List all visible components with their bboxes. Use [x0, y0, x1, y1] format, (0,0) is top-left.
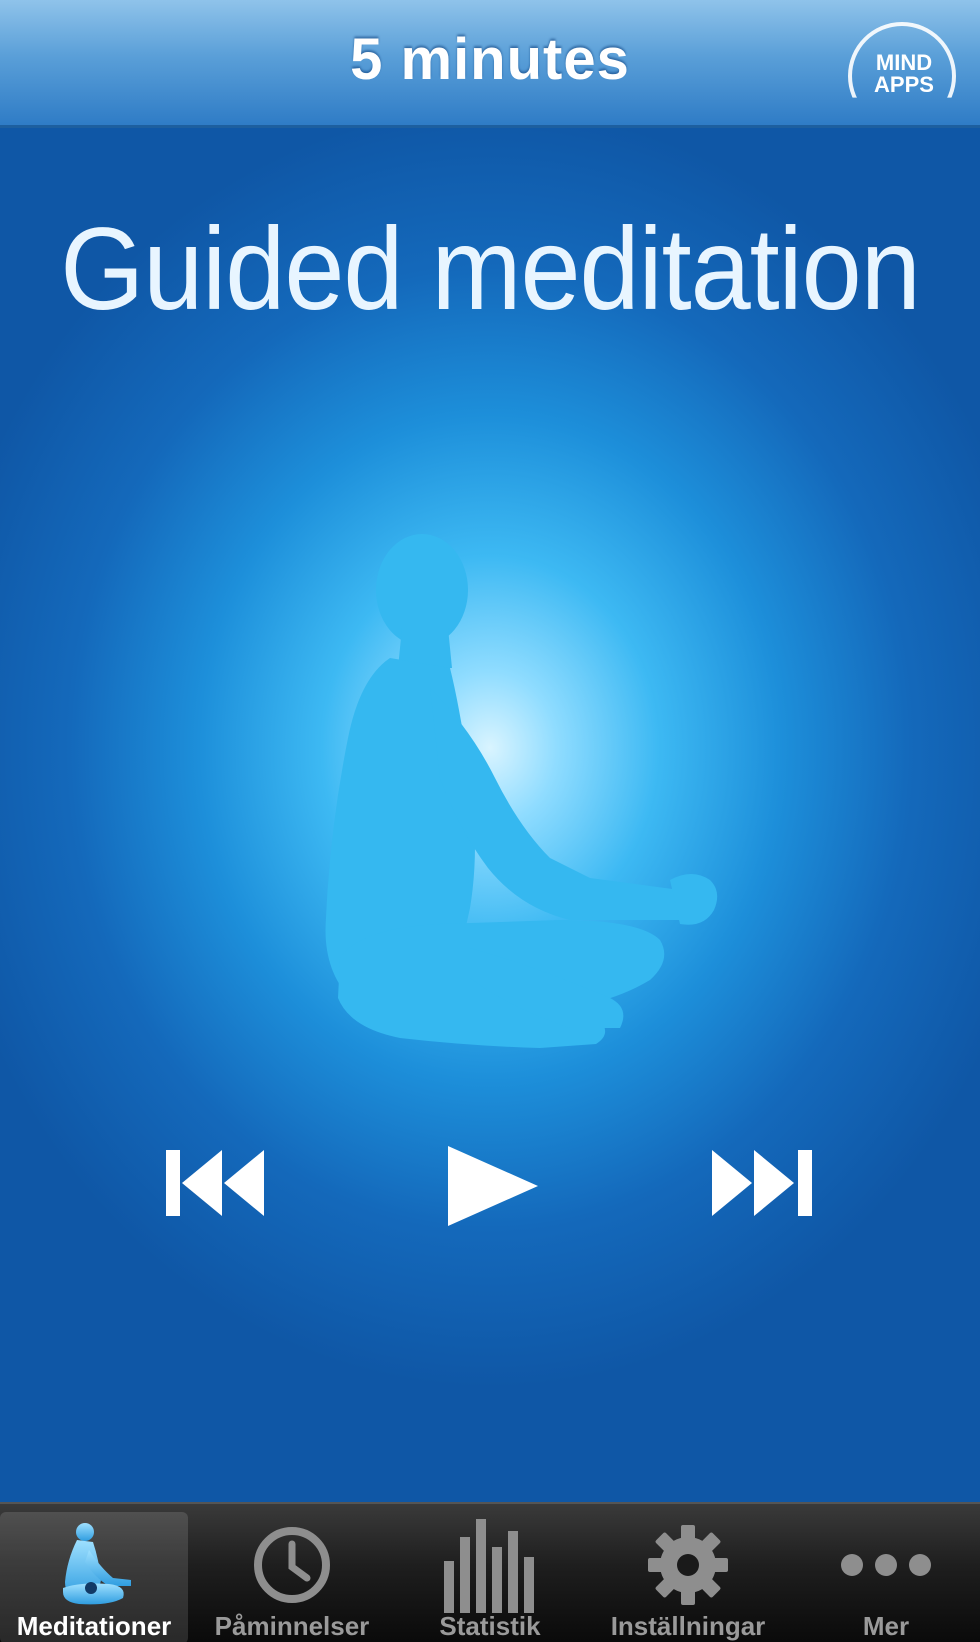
tab-label: Påminnelser — [214, 1611, 370, 1641]
tab-statistik[interactable]: Statistik — [396, 1512, 584, 1642]
skip-next-icon — [712, 1150, 812, 1216]
page-title: 5 minutes — [350, 27, 630, 92]
gear-icon — [648, 1525, 728, 1605]
mindapps-logo[interactable]: MIND APPS — [844, 18, 962, 108]
skip-next-button[interactable] — [708, 1128, 828, 1238]
tab-mer[interactable]: Mer — [792, 1512, 980, 1642]
navigation-bar: 5 minutes MIND APPS — [0, 0, 980, 128]
meditation-player: Guided meditation — [0, 128, 980, 1502]
tab-label: Inställningar — [610, 1611, 766, 1641]
meditation-heading: Guided meditation — [60, 203, 921, 334]
skip-previous-icon — [166, 1150, 264, 1216]
tab-meditationer[interactable]: Meditationer — [0, 1512, 188, 1642]
bar-chart-icon — [444, 1519, 534, 1613]
play-button[interactable] — [440, 1128, 550, 1238]
meditation-icon — [63, 1523, 131, 1605]
app-screen: 5 minutes MIND APPS Guided meditation Me… — [0, 0, 980, 1642]
more-dots-icon — [841, 1554, 931, 1576]
tab-installningar[interactable]: Inställningar — [594, 1512, 782, 1642]
tab-label: Statistik — [439, 1611, 541, 1641]
tab-paminnelser[interactable]: Påminnelser — [198, 1512, 386, 1642]
tab-label: Meditationer — [16, 1611, 172, 1641]
playback-controls — [0, 1128, 980, 1248]
logo-text: MIND APPS — [868, 52, 940, 96]
logo-line-2: APPS — [874, 72, 934, 97]
clock-icon — [254, 1527, 330, 1603]
play-icon — [448, 1146, 538, 1226]
meditating-person-silhouette — [325, 534, 718, 1048]
skip-previous-button[interactable] — [160, 1128, 280, 1238]
tab-bar: Meditationer Påminnelser Statistik Instä… — [0, 1502, 980, 1642]
tab-label: Mer — [862, 1611, 910, 1641]
